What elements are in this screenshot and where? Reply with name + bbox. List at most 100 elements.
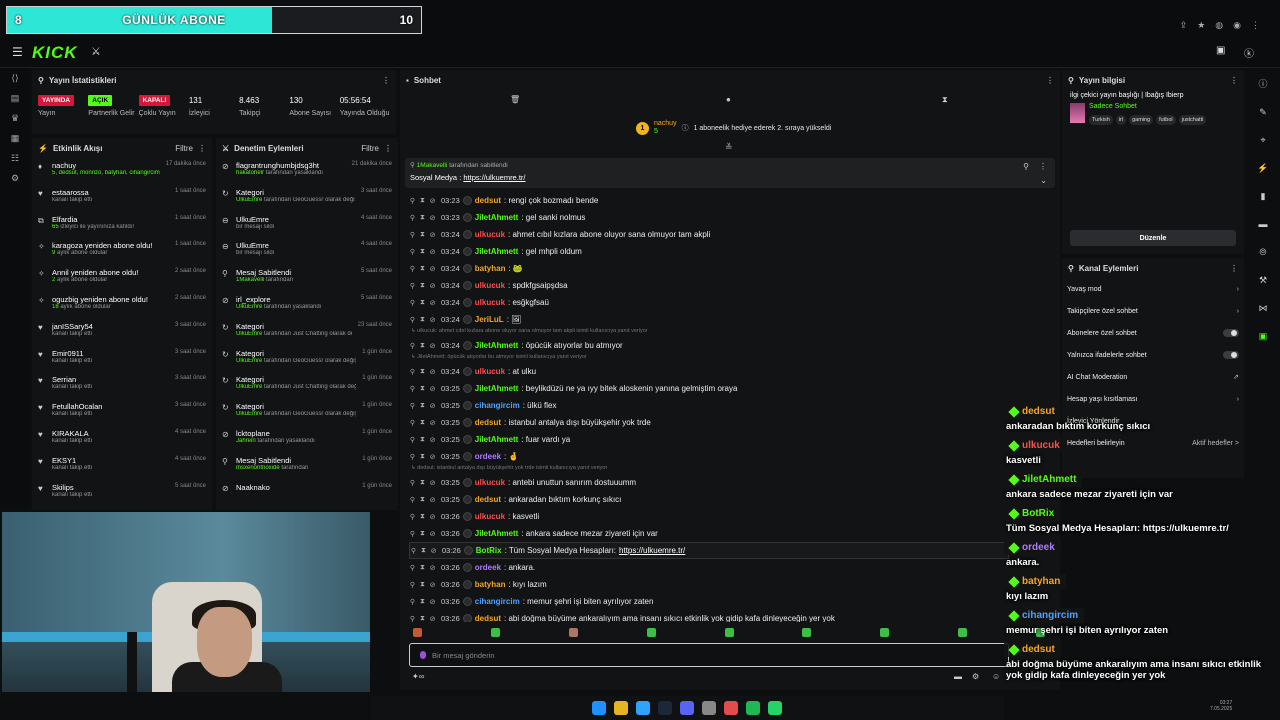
- taskbar-app-icon[interactable]: [724, 701, 738, 715]
- timeout-icon[interactable]: ⧗: [419, 479, 426, 487]
- hourglass-icon[interactable]: ⧗: [942, 95, 948, 105]
- list-item[interactable]: ♥ Skilips kanalı takip etti 5 saat önce: [32, 480, 212, 507]
- pin-action-icon[interactable]: ⚲: [409, 436, 416, 444]
- chat-message[interactable]: ⚲ ⧗ ⊘ 03:26 ulkucuk: kasvetli: [409, 508, 1009, 525]
- timeout-icon[interactable]: ⧗: [420, 547, 427, 555]
- sword-icon[interactable]: ⚔: [91, 45, 101, 58]
- gift-user[interactable]: nachuy: [654, 120, 677, 128]
- ban-icon[interactable]: ⊘: [429, 598, 436, 606]
- timeout-icon[interactable]: ⧗: [419, 530, 426, 538]
- category-name[interactable]: Sadece Sohbet: [1089, 103, 1209, 110]
- ban-icon[interactable]: ⊘: [429, 419, 436, 427]
- chat-message[interactable]: ⚲ ⧗ ⊘ 03:26 batyhan: kıyı lazım: [409, 576, 1009, 593]
- list-item[interactable]: ♦ nachuy 5, dedsut, monnzo, batyhan, cihan…: [32, 158, 212, 185]
- chat-input[interactable]: Bir mesaj gönderin: [409, 643, 1009, 667]
- message-user[interactable]: batyhan: [475, 580, 506, 589]
- message-user[interactable]: ulkucuk: [475, 478, 505, 487]
- pinned-link[interactable]: https://ulkuemre.tr/: [463, 173, 525, 182]
- ban-icon[interactable]: ⊘: [429, 299, 436, 307]
- chat-message[interactable]: ⚲ ⧗ ⊘ 03:26 ordeek: ankara.: [409, 559, 1009, 576]
- pin-action-icon[interactable]: ⚲: [409, 453, 416, 461]
- ban-icon[interactable]: ⊘: [429, 581, 436, 589]
- channel-action-item[interactable]: AI Chat Moderation ⇗: [1062, 366, 1244, 388]
- users-icon[interactable]: ☷: [0, 148, 30, 168]
- timeout-icon[interactable]: ⧗: [419, 299, 426, 307]
- timeout-icon[interactable]: ⧗: [419, 368, 426, 376]
- message-user[interactable]: ordeek: [475, 452, 501, 461]
- pin-action-icon[interactable]: ⚲: [409, 615, 416, 623]
- toggle-switch[interactable]: [1223, 351, 1239, 359]
- chat-message[interactable]: ⚲ ⧗ ⊘ 03:25 JiletAhmett: beylikdüzü ne ya ıy…: [409, 380, 1009, 397]
- list-item[interactable]: ⊘ lcktoplane Jahrein tarafından yasaklandı…: [216, 426, 398, 453]
- emote-icon[interactable]: [413, 628, 422, 637]
- timeout-icon[interactable]: ⧗: [419, 615, 426, 623]
- pin-action-icon[interactable]: ⚲: [409, 214, 416, 222]
- ban-icon[interactable]: ⊘: [429, 197, 436, 205]
- pin-action-icon[interactable]: ⚲: [409, 581, 416, 589]
- chat-message[interactable]: ⚲ ⧗ ⊘ 03:26 JiletAhmett: ankara sadece mezar…: [409, 525, 1009, 542]
- wrench-icon[interactable]: ⚒: [1250, 266, 1276, 294]
- timeout-icon[interactable]: ⧗: [419, 342, 426, 350]
- pin-action-icon[interactable]: ⚲: [409, 496, 416, 504]
- ban-icon[interactable]: ⊘: [429, 453, 436, 461]
- pin-action-icon[interactable]: ⚲: [409, 419, 416, 427]
- taskbar-app-icon[interactable]: [746, 701, 760, 715]
- message-user[interactable]: cihangircim: [475, 597, 520, 606]
- message-user[interactable]: JiletAhmett: [475, 247, 519, 256]
- speech-bubble-icon[interactable]: ●: [726, 95, 731, 104]
- chat-message[interactable]: ⚲ ⧗ ⊘ 03:26 cihangircim: memur şehri işi bit…: [409, 593, 1009, 610]
- pin-action-icon[interactable]: ⚲: [409, 316, 416, 324]
- pin-action-icon[interactable]: ⚲: [409, 479, 416, 487]
- list-item[interactable]: ⊖ UlkuEmre bir mesajı sildi 4 saat önce: [216, 238, 398, 265]
- tag-chip[interactable]: gaming: [1129, 115, 1154, 125]
- timeout-icon[interactable]: ⧗: [419, 496, 426, 504]
- list-item[interactable]: ✧ karagoza yeniden abone oldu! 9 aylık abo…: [32, 238, 212, 265]
- collapse-icon[interactable]: ⟨⟩: [0, 68, 30, 88]
- pin-action-icon[interactable]: ⚲: [409, 265, 416, 273]
- message-user[interactable]: ordeek: [475, 563, 501, 572]
- ban-icon[interactable]: ⊘: [429, 436, 436, 444]
- pin-action-icon[interactable]: ⚲: [409, 530, 416, 538]
- message-user[interactable]: JeriLuL: [475, 315, 504, 324]
- pinned-menu-icon[interactable]: ⋮: [1039, 162, 1047, 171]
- list-item[interactable]: ✧ oguzbig yeniden abone oldu! 18 aylık abo…: [32, 292, 212, 319]
- chat-message[interactable]: ⚲ ⧗ ⊘ 03:23 JiletAhmett: gel sanki nolmus: [409, 209, 1009, 226]
- list-item[interactable]: ↻ Kategori UlkuEmre tarafından GeoGuessr o…: [216, 185, 398, 212]
- channel-action-item[interactable]: Yalnızca ifadelerle sohbet: [1062, 344, 1244, 366]
- chat-message[interactable]: ⚲ ⧗ ⊘ 03:24 JiletAhmett: öpücük atıyorlar bu…: [409, 337, 1009, 354]
- ban-icon[interactable]: ⊘: [429, 368, 436, 376]
- timeout-icon[interactable]: ⧗: [419, 248, 426, 256]
- pin-action-icon[interactable]: ⚲: [409, 248, 416, 256]
- pin-action-icon[interactable]: ⚲: [409, 513, 416, 521]
- ban-icon[interactable]: ⊘: [429, 530, 436, 538]
- message-user[interactable]: JiletAhmett: [475, 529, 519, 538]
- emote-icon[interactable]: [880, 628, 890, 637]
- chat-message[interactable]: ⚲ ⧗ ⊘ 03:25 cihangircim: ülkü flex: [409, 397, 1009, 414]
- list-item[interactable]: ♥ EKSY1 kanalı takip etti 4 saat önce: [32, 453, 212, 480]
- pin-action-icon[interactable]: ⚲: [409, 231, 416, 239]
- emote-icon[interactable]: [724, 628, 734, 637]
- list-item[interactable]: ↻ Kategori UlkuEmre tarafından GeoGuessr o…: [216, 346, 398, 373]
- extension-icon[interactable]: ◍: [1215, 20, 1223, 31]
- chat-message[interactable]: ⚲ ⧗ ⊘ 03:24 JiletAhmett: gel mhpli oldum: [409, 243, 1009, 260]
- message-link[interactable]: https://ulkuemre.tr/: [619, 546, 685, 555]
- list-item[interactable]: ⊖ UlkuEmre bir mesajı sildi 4 saat önce: [216, 212, 398, 239]
- tag-chip[interactable]: futbol: [1156, 115, 1176, 125]
- message-user[interactable]: ulkucuk: [475, 367, 505, 376]
- chat-message[interactable]: ⚲ ⧗ ⊘ 03:25 dedsut: ankaradan bıktım korkunç…: [409, 491, 1009, 508]
- emote-icon[interactable]: [490, 628, 500, 637]
- chat-message[interactable]: ⚲ ⧗ ⊘ 03:24 ulkucuk: at ulku: [409, 363, 1009, 380]
- pin-action-icon[interactable]: ⚲: [409, 282, 416, 290]
- list-item[interactable]: ⊘ Naaknako 1 gün önce: [216, 480, 398, 507]
- timeout-icon[interactable]: ⧗: [419, 197, 426, 205]
- taskbar-app-icon[interactable]: [680, 701, 694, 715]
- voice-icon[interactable]: [420, 651, 426, 659]
- broadcast-icon[interactable]: ⦾: [1250, 238, 1276, 266]
- bubble-icon[interactable]: ▬: [954, 672, 962, 681]
- pin-action-icon[interactable]: ⚲: [409, 385, 416, 393]
- list-item[interactable]: ♥ janISSary54 kanalı takip etti 3 saat önce: [32, 319, 212, 346]
- menu-dots-icon[interactable]: ⋮: [1251, 20, 1260, 31]
- list-item[interactable]: ↻ Kategori UlkuEmre tarafından Just Chatti…: [216, 372, 398, 399]
- list-item[interactable]: ♥ KIRAKALA kanalı takip etti 4 saat önce: [32, 426, 212, 453]
- emote-icon[interactable]: [568, 628, 578, 637]
